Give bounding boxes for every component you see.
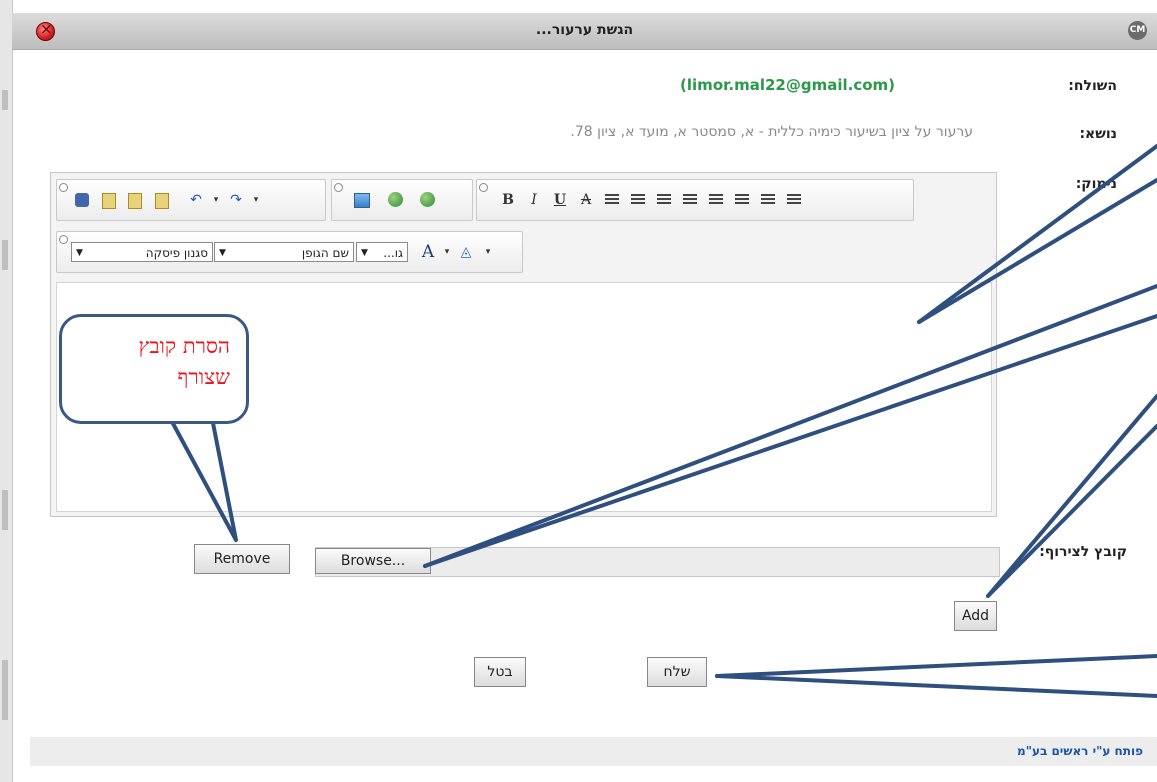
sender-label: השולח:: [1068, 78, 1117, 94]
align-left-icon[interactable]: [601, 189, 623, 211]
copy-icon[interactable]: [97, 189, 119, 211]
paste-icon[interactable]: [123, 189, 145, 211]
browse-button[interactable]: Browse...: [315, 548, 431, 574]
toolbar-grip-icon: [59, 183, 68, 192]
strikethrough-icon[interactable]: A: [575, 189, 597, 211]
strip-mark: [2, 490, 8, 530]
redo-dropdown-icon[interactable]: ▾: [245, 189, 267, 211]
footer-bar: פותח ע"י ראשים בע"מ: [30, 737, 1157, 766]
callout-text: הסרת קובץ שצורף: [62, 331, 231, 393]
paragraph-style-select[interactable]: ▼ סגנון פיסקה: [71, 242, 213, 262]
paste-text-icon[interactable]: [150, 189, 172, 211]
strip-mark: [2, 660, 8, 720]
toolbar-group-insert: [331, 179, 473, 221]
indent-icon[interactable]: [705, 189, 727, 211]
insert-link-icon[interactable]: [384, 189, 406, 211]
dialog-titlebar: הגשת ערעור... CM: [12, 13, 1157, 50]
add-button[interactable]: Add: [954, 601, 997, 631]
remove-button[interactable]: Remove: [194, 544, 290, 574]
bulleted-list-icon[interactable]: [783, 189, 805, 211]
font-size-value: גו...: [383, 246, 403, 260]
align-center-icon[interactable]: [627, 189, 649, 211]
outdent-icon[interactable]: [731, 189, 753, 211]
subject-label: נושא:: [1079, 126, 1117, 142]
paragraph-style-value: סגנון פיסקה: [145, 246, 208, 260]
reason-label: נימוק:: [1075, 176, 1117, 192]
chevron-down-icon: ▼: [361, 248, 368, 258]
arrow-add-2: [986, 424, 1157, 598]
toolbar-group-format: B I U A: [476, 179, 914, 221]
underline-icon[interactable]: U: [549, 189, 571, 211]
font-name-select[interactable]: ▼ שם הגופן: [214, 242, 354, 262]
arrow-send-2: [715, 674, 1157, 698]
app-logo-icon: CM: [1128, 21, 1147, 40]
highlight-color-icon[interactable]: ◬: [455, 241, 477, 263]
toolbar-grip-icon: [479, 183, 488, 192]
sender-email: (limor.mal22@gmail.com): [680, 76, 895, 94]
attachment-label: קובץ לצירוף:: [1039, 544, 1127, 560]
strip-mark: [2, 90, 8, 110]
bold-icon[interactable]: B: [497, 189, 519, 211]
toolbar-grip-icon: [59, 235, 68, 244]
font-size-select[interactable]: ▼ גו...: [356, 242, 408, 262]
toolbar-group-fonts: ▼ סגנון פיסקה ▼ שם הגופן ▼ גו... A ▾ ◬ ▾: [56, 231, 523, 273]
subject-value: ערעור על ציון בשיעור כימיה כללית - א, סמ…: [570, 124, 973, 140]
toolbar-grip-icon: [334, 183, 343, 192]
send-button[interactable]: שלח: [647, 657, 707, 687]
font-name-value: שם הגופן: [301, 246, 349, 260]
chevron-down-icon: ▼: [219, 248, 226, 258]
callout-line-1: הסרת קובץ: [138, 334, 231, 358]
find-icon[interactable]: [71, 189, 93, 211]
justify-icon[interactable]: [679, 189, 701, 211]
redo-icon[interactable]: ↷: [225, 189, 247, 211]
arrow-add-1: [986, 394, 1157, 598]
italic-icon[interactable]: I: [523, 189, 545, 211]
dialog-title: הגשת ערעור...: [535, 22, 634, 38]
footer-credit: פותח ע"י ראשים בע"מ: [1017, 744, 1143, 758]
insert-image-icon[interactable]: [350, 189, 372, 211]
remove-link-icon[interactable]: [416, 189, 438, 211]
arrow-send-1: [715, 654, 1157, 678]
remove-callout-bubble: הסרת קובץ שצורף: [59, 314, 249, 424]
highlight-dropdown-icon[interactable]: ▾: [477, 241, 499, 263]
align-right-icon[interactable]: [653, 189, 675, 211]
strip-mark: [2, 240, 8, 270]
undo-icon[interactable]: ↶: [185, 189, 207, 211]
toolbar-group-edit: ↶ ▾ ↷ ▾: [56, 179, 326, 221]
left-edge-strip: [0, 0, 13, 782]
callout-line-2: שצורף: [177, 365, 230, 389]
cancel-button[interactable]: בטל: [474, 657, 526, 687]
numbered-list-icon[interactable]: [757, 189, 779, 211]
undo-dropdown-icon[interactable]: ▾: [205, 189, 227, 211]
chevron-down-icon: ▼: [76, 248, 83, 258]
